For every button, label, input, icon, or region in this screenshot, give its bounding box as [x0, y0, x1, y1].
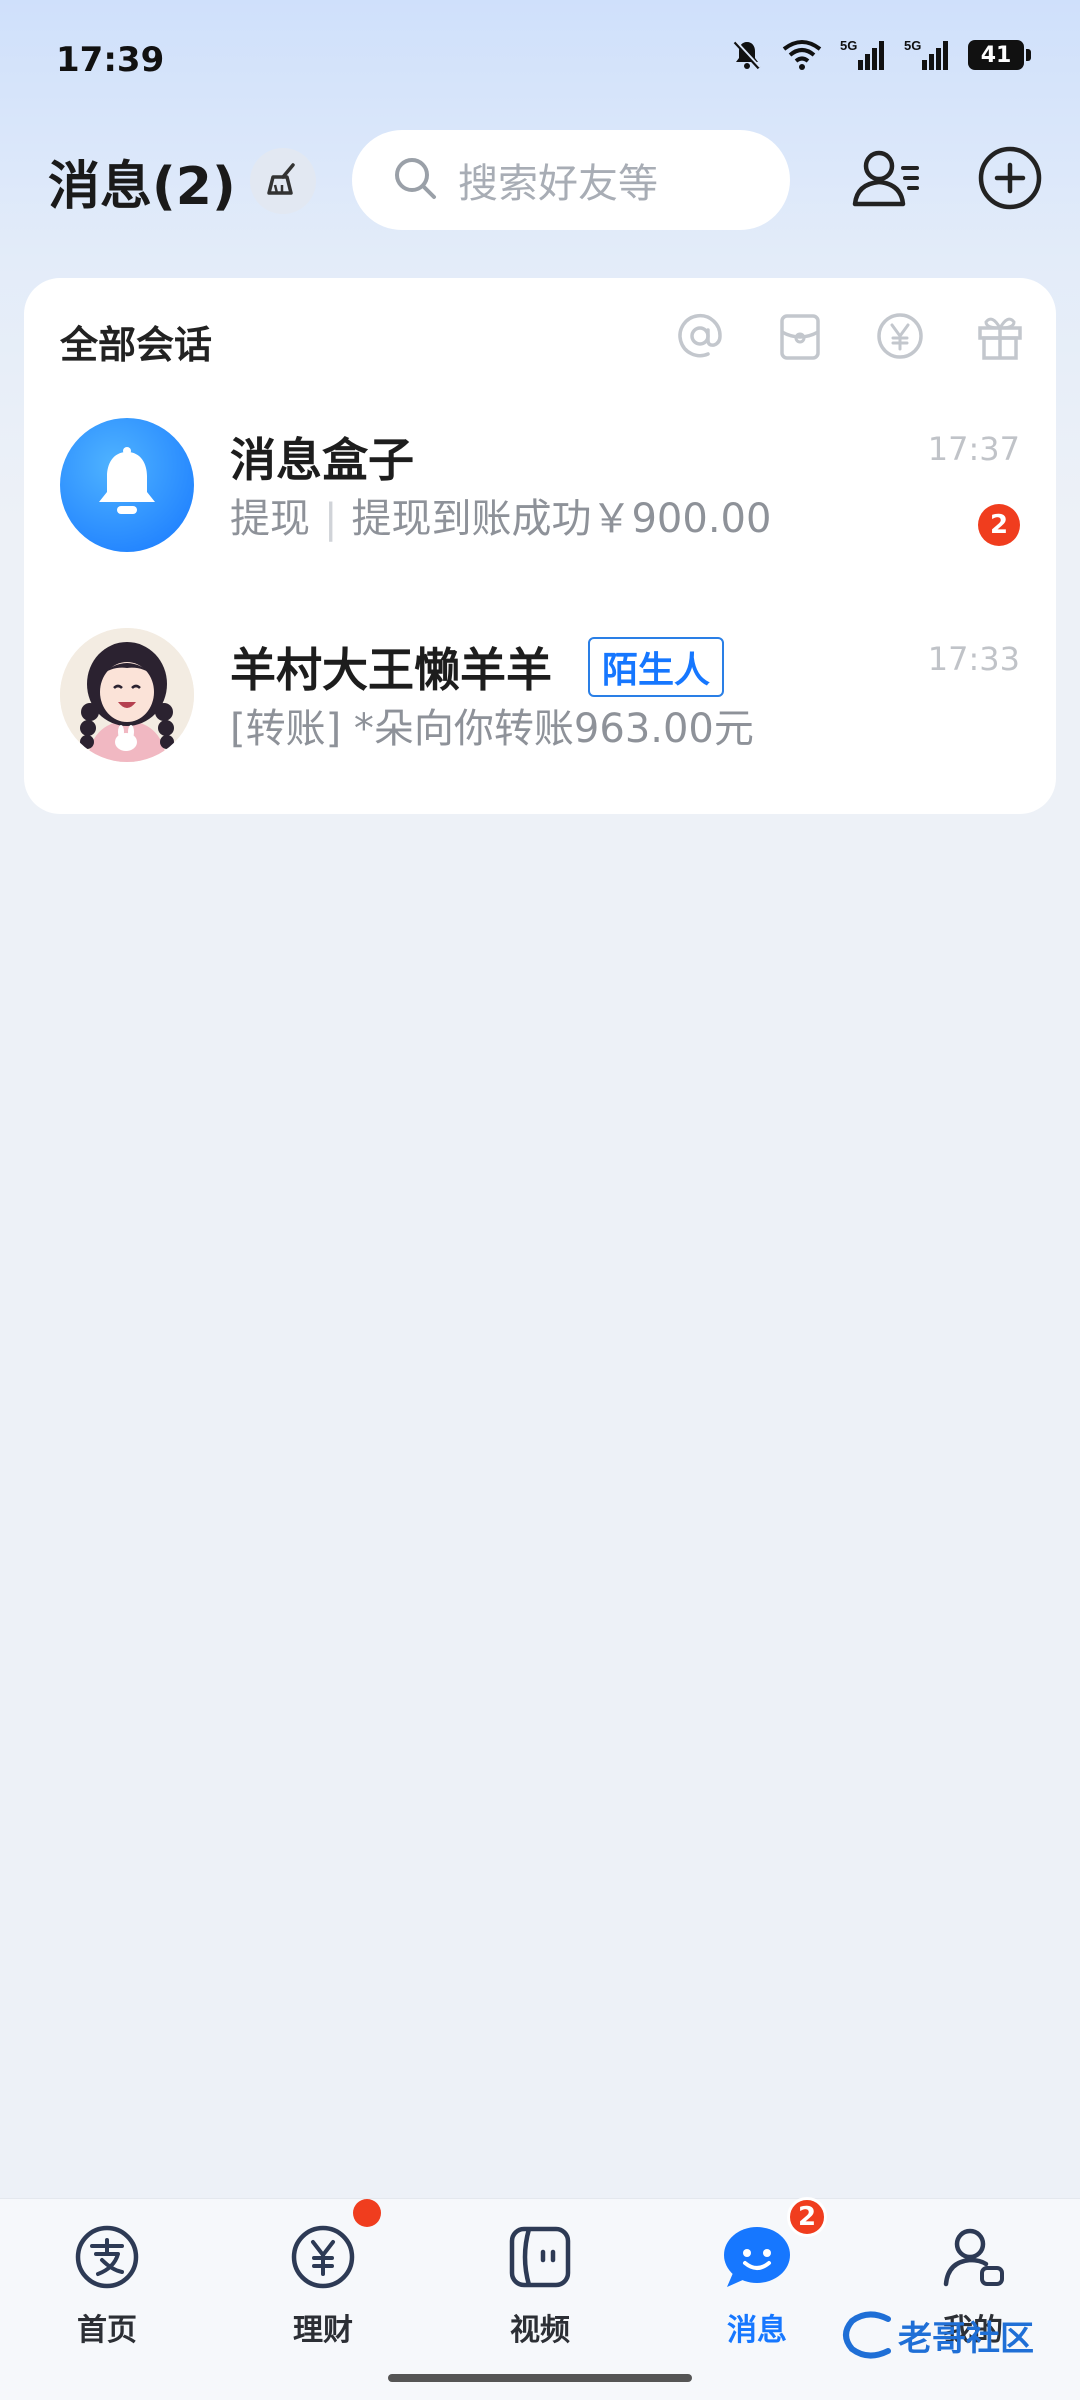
conversation-item-stranger[interactable]: 羊村大王懒羊羊 陌生人 [转账] *朵向你转账963.00元 17:33: [24, 628, 1056, 808]
nav-badge: 2: [787, 2197, 827, 2237]
add-button[interactable]: [972, 142, 1048, 218]
conversation-item-message-box[interactable]: 消息盒子 提现 | 提现到账成功￥900.00 17:37 2: [24, 418, 1056, 598]
unread-badge: 2: [978, 504, 1020, 546]
red-packet-icon[interactable]: [772, 308, 828, 364]
girl-illustration-avatar: [60, 628, 194, 762]
contacts-icon: [851, 146, 921, 214]
avatar: [60, 418, 194, 552]
conversation-name: 羊村大王懒羊羊 陌生人: [230, 634, 725, 700]
preview-tag: 提现: [230, 496, 310, 542]
conversation-time: 17:33: [927, 640, 1020, 678]
signal-2-label: 5G: [904, 38, 921, 53]
nav-label: 理财: [293, 2313, 353, 2348]
nav-label: 消息: [727, 2313, 787, 2348]
alipay-home-icon: [71, 2221, 143, 2293]
tab-video[interactable]: 视频: [465, 2221, 615, 2371]
signal-5g-icon: 5G: [904, 38, 950, 72]
status-bar: 17:39 5G 5G 41: [0, 0, 1080, 120]
search-input[interactable]: 搜索好友等: [352, 130, 790, 230]
stranger-tag: 陌生人: [588, 637, 725, 697]
tab-home[interactable]: 首页: [32, 2221, 182, 2371]
battery-level: 41: [980, 42, 1012, 68]
search-icon: [392, 155, 438, 205]
notification-dot: [353, 2199, 381, 2227]
broom-clean-icon: [263, 159, 303, 203]
yuan-circle-icon: [287, 2199, 381, 2293]
bell-icon: [93, 446, 161, 526]
header: 消息(2) 搜索好友等: [0, 120, 1080, 240]
conversation-filters: [672, 308, 1028, 364]
battery-icon: 41: [968, 40, 1031, 70]
profile-icon: [937, 2221, 1009, 2293]
conversation-name: 消息盒子: [230, 433, 414, 487]
watermark: 老哥社区: [838, 2300, 1068, 2370]
nav-label: 首页: [77, 2313, 137, 2348]
conversation-preview: [转账] *朵向你转账963.00元: [230, 706, 754, 752]
plus-circle-icon: [977, 145, 1043, 215]
signal-1-label: 5G: [840, 38, 857, 53]
page-title: 消息(2): [48, 157, 236, 217]
watermark-text: 老哥社区: [898, 2318, 1034, 2359]
clean-unread-button[interactable]: [250, 148, 316, 214]
watermark-logo-icon: [843, 2311, 891, 2359]
tab-wealth[interactable]: 理财: [248, 2199, 398, 2371]
gift-icon[interactable]: [972, 308, 1028, 364]
card-title: 全部会话: [60, 323, 213, 367]
nav-label: 视频: [510, 2313, 570, 2348]
video-icon: [504, 2221, 576, 2293]
search-placeholder: 搜索好友等: [458, 161, 658, 207]
tab-messages[interactable]: 2 消息: [682, 2197, 832, 2371]
conversation-preview: 提现 | 提现到账成功￥900.00: [230, 486, 771, 544]
conversation-name-text: 羊村大王懒羊羊: [230, 643, 552, 697]
message-bubble-icon: 2: [721, 2197, 827, 2293]
at-mention-icon[interactable]: [672, 308, 728, 364]
preview-separator: |: [324, 496, 338, 542]
wifi-icon: [782, 39, 822, 71]
mute-bell-icon: [730, 38, 764, 72]
preview-text: 提现到账成功￥900.00: [351, 496, 772, 542]
status-icons: 5G 5G 41: [730, 38, 1031, 72]
status-time: 17:39: [56, 40, 165, 80]
contacts-button[interactable]: [848, 142, 924, 218]
avatar: [60, 628, 194, 762]
conversation-time: 17:37: [927, 430, 1020, 468]
home-indicator[interactable]: [388, 2374, 692, 2382]
conversation-card: 全部会话 消息盒子 提现 | 提现到账成功￥900.00 17:37 2 羊村大…: [24, 278, 1056, 814]
yuan-icon[interactable]: [872, 308, 928, 364]
signal-5g-icon: 5G: [840, 38, 886, 72]
